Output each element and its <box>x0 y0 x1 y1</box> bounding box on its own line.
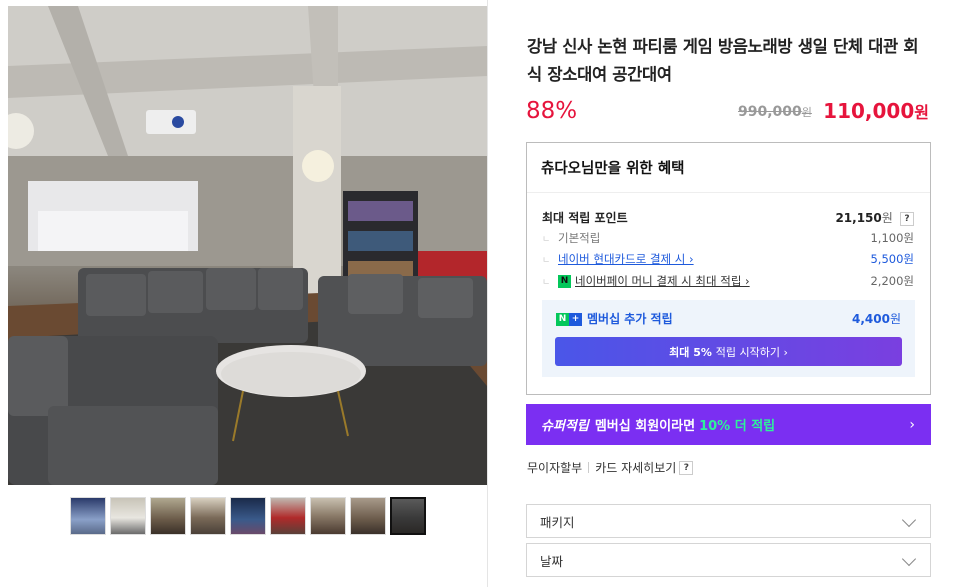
thumbnail[interactable] <box>190 497 226 535</box>
membership-label: 멤버십 추가 적립 <box>587 312 673 326</box>
thumbnail[interactable] <box>150 497 186 535</box>
super-points-banner[interactable]: 슈퍼적립 멤버십 회원이라면 10% 더 적립 › <box>526 404 931 445</box>
benefit-box: 츄다오님만을 위한 혜택 최대 적립 포인트 21,150원 ? 기본적립 1,… <box>526 142 931 395</box>
installment-link[interactable]: 무이자할부 <box>527 459 582 476</box>
help-icon[interactable]: ? <box>679 460 694 475</box>
benefit-heading: 츄다오님만을 위한 혜택 <box>527 143 930 193</box>
super-banner-text: 멤버십 회원이라면 <box>594 419 696 434</box>
basic-points-value: 1,100원 <box>870 231 914 245</box>
main-product-image[interactable] <box>8 6 487 485</box>
discount-rate: 88% <box>526 98 578 124</box>
chevron-right-icon: › <box>909 416 915 433</box>
thumbnail[interactable] <box>70 497 106 535</box>
npay-points-row[interactable]: N 네이버페이 머니 결제 시 최대 적립 › 2,200원 <box>542 273 914 289</box>
divider <box>588 462 590 473</box>
help-icon[interactable]: ? <box>900 211 914 226</box>
package-select[interactable]: 패키지 <box>526 504 931 538</box>
max-points-value: 21,150 <box>835 211 882 225</box>
max-points-label: 최대 적립 포인트 <box>542 211 628 225</box>
max-points-row: 최대 적립 포인트 21,150원 ? <box>542 209 914 226</box>
original-price-unit: 원 <box>801 106 812 119</box>
sale-price-value: 110,000 <box>823 99 915 123</box>
chevron-down-icon <box>901 551 917 567</box>
npay-points-link[interactable]: 네이버페이 머니 결제 시 최대 적립 › <box>575 274 750 288</box>
thumbnail-active[interactable] <box>390 497 426 535</box>
basic-points-row: 기본적립 1,100원 <box>542 230 914 246</box>
card-points-link[interactable]: 네이버 현대카드로 결제 시 › <box>558 251 694 267</box>
super-points-logo: 슈퍼적립 <box>541 419 589 434</box>
date-select[interactable]: 날짜 <box>526 543 931 577</box>
start-button-suffix: 적립 시작하기 › <box>715 345 788 359</box>
card-points-row[interactable]: 네이버 현대카드로 결제 시 › 5,500원 <box>542 251 914 267</box>
naver-plus-icon: N + <box>556 313 582 326</box>
basic-points-label: 기본적립 <box>558 231 601 245</box>
npay-icon: N <box>558 275 571 288</box>
sale-price-unit: 원 <box>914 103 929 122</box>
thumbnail[interactable] <box>350 497 386 535</box>
date-select-label: 날짜 <box>540 553 564 569</box>
super-banner-highlight: 10% 더 적립 <box>699 419 776 434</box>
card-points-value: 5,500원 <box>870 252 914 266</box>
thumbnail[interactable] <box>310 497 346 535</box>
max-points-amount: 21,150원 ? <box>835 209 914 226</box>
original-price-value: 990,000 <box>738 104 802 120</box>
card-links: 무이자할부 카드 자세히보기 ? <box>527 459 694 476</box>
membership-value: 4,400 <box>851 312 890 326</box>
start-membership-button[interactable]: 최대 5% 적립 시작하기 › <box>555 337 902 366</box>
sale-price: 110,000원 <box>823 99 929 123</box>
npay-points-value: 2,200원 <box>870 274 914 288</box>
membership-row: N + 멤버십 추가 적립 4,400원 <box>556 310 901 327</box>
membership-unit: 원 <box>889 312 901 326</box>
thumbnail[interactable] <box>230 497 266 535</box>
thumbnail[interactable] <box>110 497 146 535</box>
card-detail-link[interactable]: 카드 자세히보기 <box>595 459 676 476</box>
package-select-label: 패키지 <box>540 514 575 530</box>
max-points-unit: 원 <box>881 211 893 225</box>
start-button-prefix: 최대 5% <box>669 345 712 359</box>
product-title: 강남 신사 논현 파티룸 게임 방음노래방 생일 단체 대관 회식 장소대여 공… <box>527 37 919 84</box>
original-price: 990,000원 <box>738 104 812 120</box>
chevron-down-icon <box>901 512 917 528</box>
thumbnail-strip <box>70 497 426 535</box>
membership-box: N + 멤버십 추가 적립 4,400원 최대 5% 적립 시작하기 › <box>542 300 915 377</box>
thumbnail[interactable] <box>270 497 306 535</box>
